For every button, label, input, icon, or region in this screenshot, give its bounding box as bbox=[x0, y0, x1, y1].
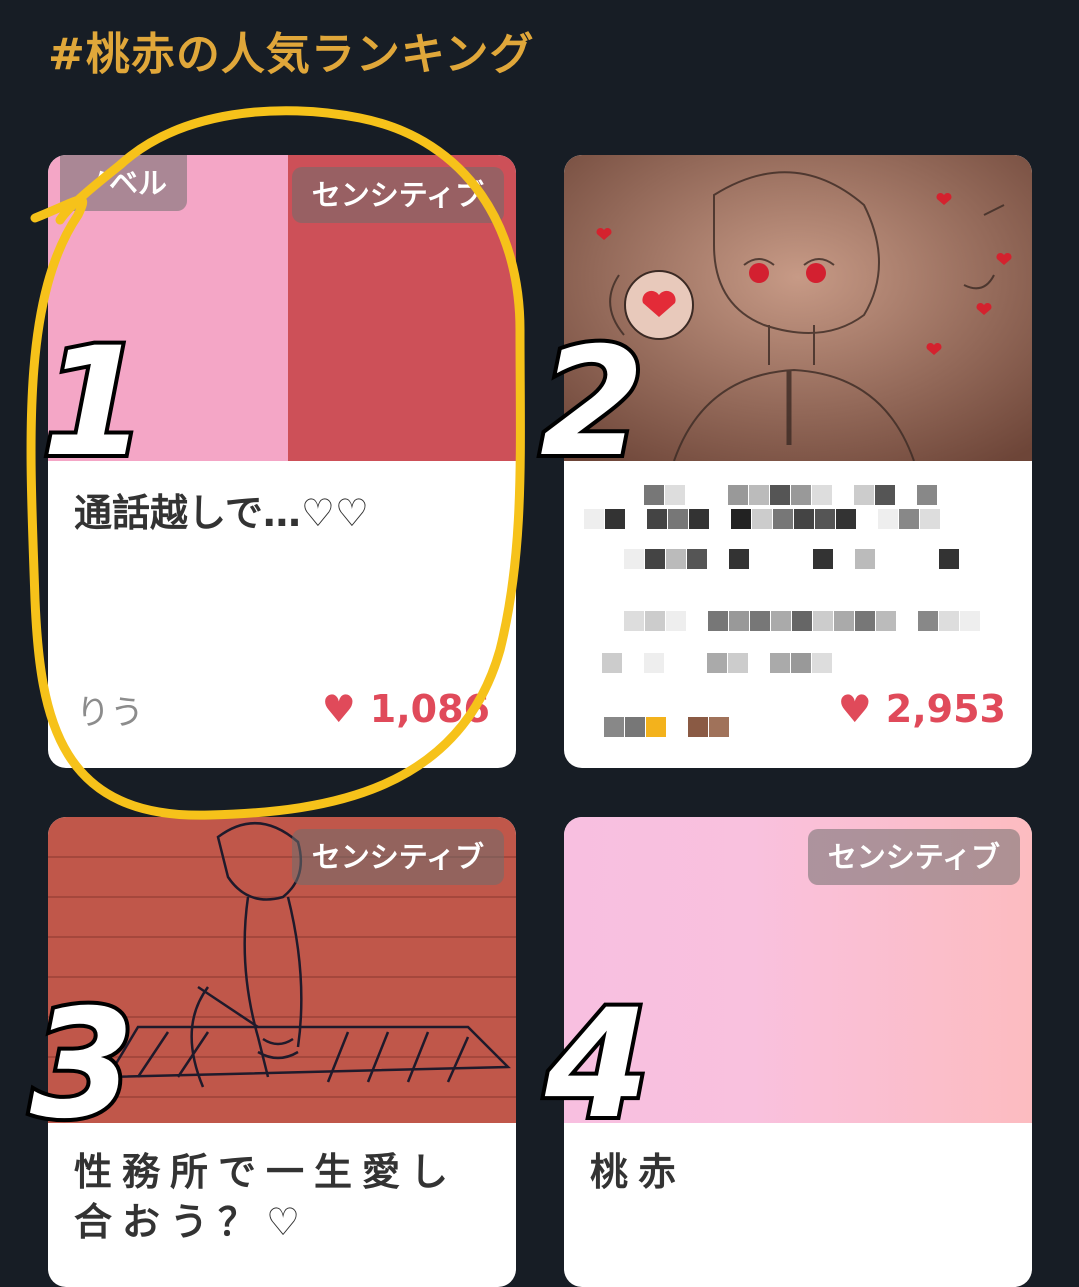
rank-number-4: 4 bbox=[541, 978, 653, 1152]
rank-number-1: 1 bbox=[38, 316, 150, 490]
section-heading: #桃赤の人気ランキング bbox=[48, 29, 535, 80]
story-title: 通話越しで…♡♡ bbox=[74, 491, 369, 535]
heart-icon: ♥ bbox=[837, 687, 872, 731]
like-count: ♥ 2,953 bbox=[837, 687, 1006, 731]
sensitive-badge: センシティブ bbox=[291, 829, 504, 885]
like-count: ♥ 1,086 bbox=[321, 687, 490, 731]
story-title: 性務所で一生愛し合おう？♡ bbox=[74, 1150, 459, 1244]
genre-badge: ノベル bbox=[60, 155, 188, 211]
story-title: 桃赤 bbox=[590, 1150, 687, 1194]
sensitive-badge: センシティブ bbox=[807, 829, 1020, 885]
heart-icon: ♥ bbox=[321, 687, 356, 731]
sensitive-badge: センシティブ bbox=[291, 167, 504, 223]
author-name[interactable]: りう bbox=[76, 685, 144, 734]
rank-number-2: 2 bbox=[536, 316, 648, 490]
rank-number-3: 3 bbox=[26, 978, 138, 1152]
